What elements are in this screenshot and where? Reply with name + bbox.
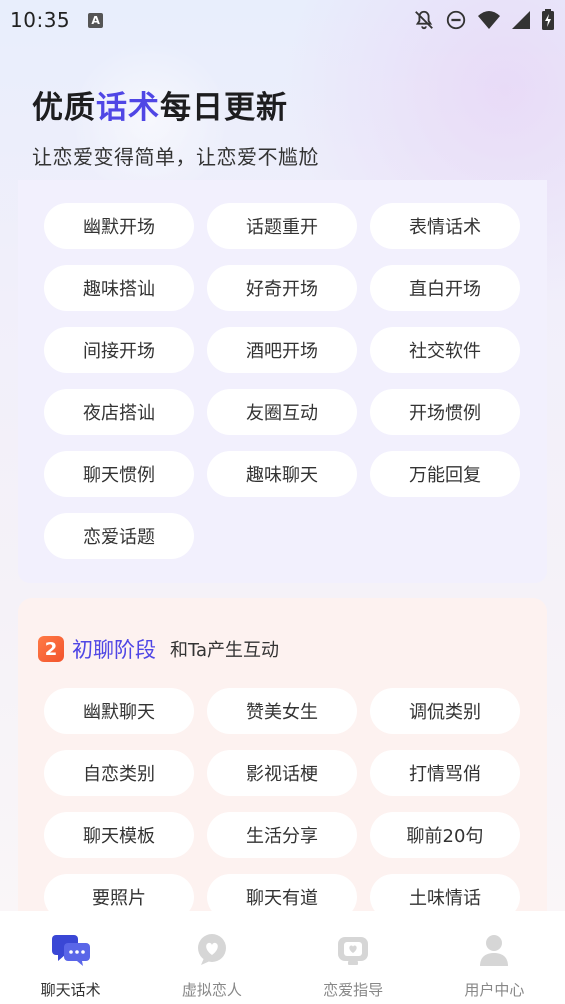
page-subline: 让恋爱变得简单，让恋爱不尴尬 (32, 145, 319, 169)
user-icon (477, 933, 511, 971)
topic-chip-grid: 幽默聊天 赞美女生 调侃类别 自恋类别 影视话梗 打情骂俏 聊天模板 生活分享 … (44, 688, 520, 920)
tab-label: 恋爱指导 (323, 981, 384, 999)
topic-chip[interactable]: 直白开场 (370, 265, 520, 311)
tab-label: 聊天话术 (40, 981, 101, 999)
topic-chip[interactable]: 开场惯例 (370, 389, 520, 435)
topic-chip[interactable]: 社交软件 (370, 327, 520, 373)
tab-virtual-lover[interactable]: 虚拟恋人 (141, 911, 282, 1004)
topic-chip[interactable]: 打情骂俏 (370, 750, 520, 796)
topic-chip[interactable]: 趣味聊天 (207, 451, 357, 497)
topic-chip[interactable]: 幽默聊天 (44, 688, 194, 734)
topic-chip[interactable]: 聊天惯例 (44, 451, 194, 497)
topic-chip[interactable]: 间接开场 (44, 327, 194, 373)
topic-chip[interactable]: 话题重开 (207, 203, 357, 249)
tab-chat-scripts[interactable]: 聊天话术 (0, 911, 141, 1004)
topic-chip[interactable]: 幽默开场 (44, 203, 194, 249)
do-not-disturb-icon (445, 9, 467, 31)
topic-chip[interactable]: 生活分享 (207, 812, 357, 858)
section-subtitle: 和Ta产生互动 (170, 640, 280, 661)
topic-chip[interactable]: 友圈互动 (207, 389, 357, 435)
topic-chip[interactable]: 影视话梗 (207, 750, 357, 796)
header: 优质话术每日更新 让恋爱变得简单，让恋爱不尴尬 (32, 82, 319, 170)
section-number-badge: 2 (38, 636, 64, 662)
section-title: 初聊阶段 (72, 638, 156, 662)
signal-icon (511, 10, 531, 30)
tab-label: 用户中心 (464, 981, 525, 999)
topic-chip[interactable]: 聊天模板 (44, 812, 194, 858)
page-headline: 优质话术每日更新 (32, 90, 288, 126)
tab-user-center[interactable]: 用户中心 (424, 911, 565, 1004)
topic-chip[interactable]: 赞美女生 (207, 688, 357, 734)
topic-chip[interactable]: 夜店搭讪 (44, 389, 194, 435)
heart-tv-icon (336, 933, 370, 971)
topic-chip[interactable]: 好奇开场 (207, 265, 357, 311)
bottom-tab-bar: 聊天话术 虚拟恋人 恋爱指导 用户中心 (0, 911, 565, 1004)
topic-chip-grid: 幽默开场 话题重开 表情话术 趣味搭讪 好奇开场 直白开场 间接开场 酒吧开场 … (44, 203, 520, 559)
topic-chip[interactable]: 趣味搭讪 (44, 265, 194, 311)
heart-bubble-icon (195, 933, 229, 971)
topic-chip[interactable]: 表情话术 (370, 203, 520, 249)
topic-chip[interactable]: 聊前20句 (370, 812, 520, 858)
topic-chip[interactable]: 自恋类别 (44, 750, 194, 796)
tab-love-guide[interactable]: 恋爱指导 (283, 911, 424, 1004)
topic-chip[interactable]: 万能回复 (370, 451, 520, 497)
opening-topics-card: 幽默开场 话题重开 表情话术 趣味搭讪 好奇开场 直白开场 间接开场 酒吧开场 … (18, 180, 547, 583)
headline-accent: 话术 (96, 90, 160, 126)
status-time: 10:35 (10, 8, 71, 32)
topic-chip[interactable]: 酒吧开场 (207, 327, 357, 373)
status-bar: 10:35 A (0, 0, 565, 40)
section-header: 2 初聊阶段 和Ta产生互动 (38, 634, 279, 664)
battery-charging-icon (541, 9, 555, 31)
tab-label: 虚拟恋人 (181, 981, 242, 999)
app-notification-icon: A (88, 12, 104, 28)
topic-chip[interactable]: 调侃类别 (370, 688, 520, 734)
chat-bubbles-icon (51, 933, 90, 971)
notifications-off-icon (413, 9, 435, 31)
wifi-icon (477, 9, 501, 31)
topic-chip[interactable]: 恋爱话题 (44, 513, 194, 559)
